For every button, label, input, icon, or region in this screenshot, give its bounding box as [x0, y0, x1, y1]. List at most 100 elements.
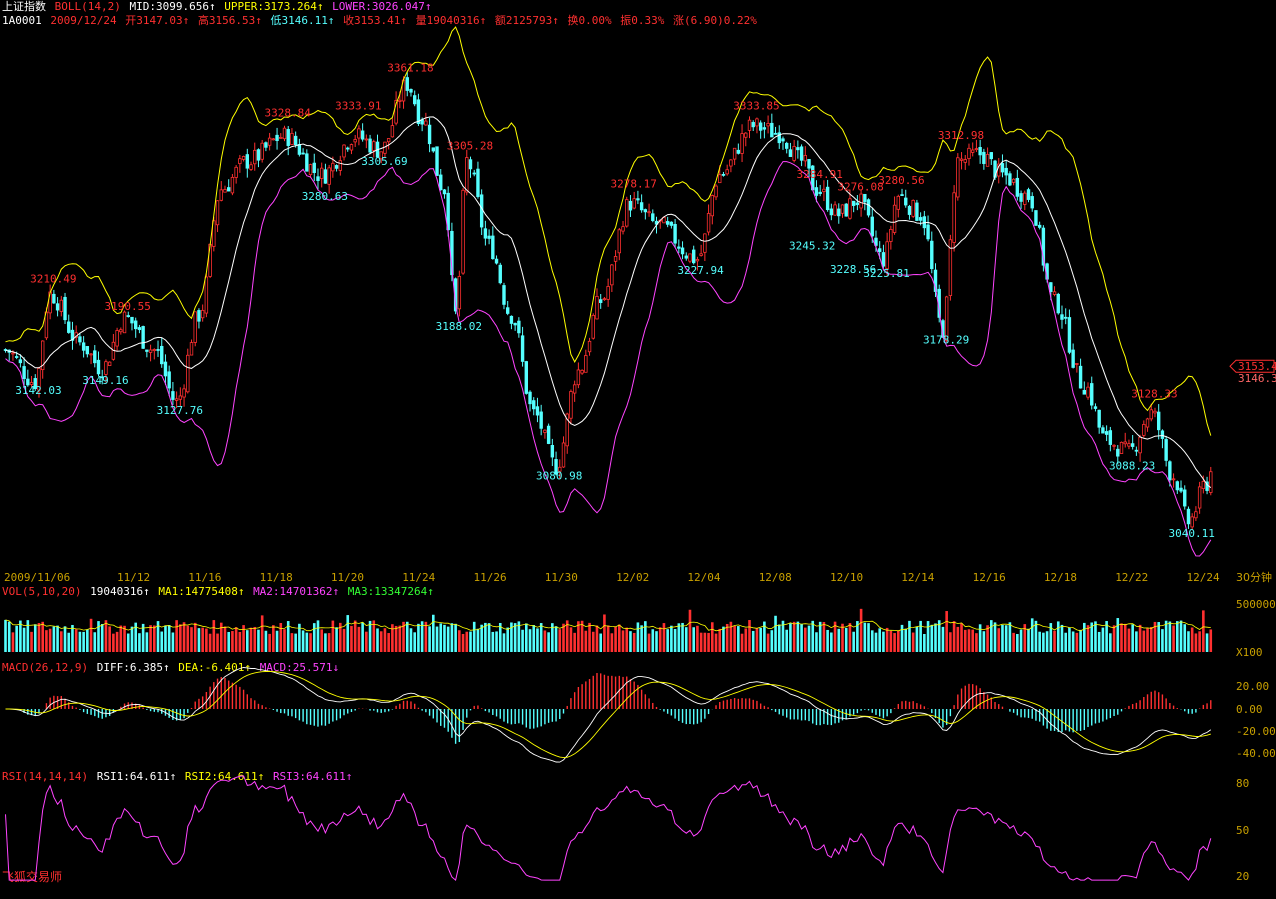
- volume-bar: [368, 620, 372, 652]
- volume-bar: [472, 621, 476, 652]
- candle-body: [892, 204, 897, 233]
- candle-body: [1127, 443, 1131, 447]
- candle-body: [457, 276, 462, 310]
- volume-bar: [342, 628, 346, 652]
- high-price-label: 3333.91: [335, 100, 381, 113]
- volume-bar: [830, 632, 833, 652]
- candle-body: [63, 296, 67, 321]
- candle-body: [264, 142, 268, 148]
- volume-bar: [614, 627, 617, 652]
- candle-body: [85, 346, 90, 355]
- volume-bar: [89, 618, 93, 652]
- candle-body: [424, 120, 428, 126]
- volume-bar: [123, 625, 126, 652]
- volume-bar: [1030, 618, 1034, 652]
- volume-bar: [770, 630, 774, 652]
- volume-bar: [1205, 633, 1209, 652]
- volume-bar: [960, 623, 963, 652]
- volume-bar: [465, 631, 469, 652]
- candle-body: [160, 345, 164, 365]
- volume-bar: [618, 624, 621, 652]
- candlestick-series: [3, 71, 1213, 530]
- volume-bar: [398, 625, 402, 652]
- volume-bar: [469, 631, 472, 652]
- candle-body: [587, 340, 592, 353]
- volume-bar: [1168, 621, 1172, 652]
- candle-body: [1071, 349, 1075, 368]
- candle-body: [1108, 430, 1113, 445]
- candle-body: [67, 321, 71, 333]
- volume-bar: [383, 628, 387, 652]
- candle-body: [1168, 461, 1172, 481]
- volume-bar: [22, 627, 26, 652]
- volume-bar: [346, 615, 350, 652]
- candle-body: [788, 149, 793, 157]
- volume-bar: [279, 622, 283, 652]
- volume-bar: [759, 628, 762, 652]
- volume-bar: [1120, 623, 1123, 652]
- candle-body: [926, 224, 930, 240]
- volume-bar: [160, 631, 164, 652]
- candle-body: [1145, 418, 1150, 428]
- volume-bar: [193, 622, 197, 652]
- candle-body: [115, 330, 119, 347]
- candle-body: [643, 209, 648, 213]
- low-price-label: 3245.32: [789, 240, 835, 253]
- low-price-label: 3127.76: [157, 404, 203, 417]
- candle-body: [770, 122, 774, 138]
- candle-body: [550, 445, 555, 458]
- volume-bar: [405, 621, 409, 652]
- volume-bar: [952, 621, 956, 652]
- candle-body: [736, 149, 741, 154]
- volume-bar: [126, 633, 130, 652]
- volume-bar: [372, 620, 376, 652]
- candle-body: [1082, 389, 1086, 395]
- candle-body: [840, 204, 845, 214]
- candle-body: [197, 310, 201, 322]
- candle-body: [524, 361, 528, 394]
- candle-body: [226, 187, 231, 192]
- candle-body: [859, 193, 863, 209]
- candle-body: [297, 144, 302, 155]
- volume-bar: [990, 620, 993, 652]
- macd-panel: [5, 667, 1212, 763]
- volume-bar: [387, 633, 390, 652]
- candle-body: [971, 149, 975, 153]
- date-tick-label: 12/24: [1187, 571, 1220, 584]
- volume-bar: [971, 629, 974, 652]
- candle-body: [223, 189, 227, 193]
- volume-bar: [190, 627, 193, 652]
- candle-body: [1034, 210, 1038, 226]
- volume-bar: [413, 632, 416, 652]
- volume-bar: [647, 633, 651, 652]
- volume-bar: [175, 620, 178, 652]
- volume-bar: [361, 622, 364, 652]
- date-tick-label: 12/22: [1115, 571, 1148, 584]
- candle-body: [1064, 316, 1068, 319]
- volume-bar: [908, 620, 911, 652]
- chart-canvas[interactable]: 3210.49 3190.55 3328.84 3333.91 3361.18 3305.…: [0, 0, 1276, 899]
- candle-body: [11, 352, 15, 355]
- volume-bar: [484, 622, 487, 652]
- volume-bar: [1094, 621, 1097, 652]
- candle-body: [364, 138, 369, 141]
- volume-bar: [108, 626, 111, 652]
- candle-body: [546, 425, 551, 444]
- candle-body: [416, 99, 421, 125]
- candle-body: [1093, 406, 1098, 409]
- candle-body: [803, 155, 807, 162]
- candle-body: [930, 240, 934, 270]
- volume-bar: [1198, 631, 1201, 652]
- high-price-label: 3278.17: [610, 178, 656, 191]
- volume-bar: [766, 633, 770, 652]
- vol-unit: X100: [1236, 646, 1263, 659]
- candle-body: [119, 329, 123, 333]
- volume-bar: [249, 627, 253, 652]
- candle-body: [863, 193, 867, 203]
- candle-body: [502, 285, 506, 305]
- volume-bar: [428, 626, 431, 652]
- candle-body: [96, 359, 101, 375]
- candle-body: [647, 211, 651, 214]
- volume-bar: [744, 628, 748, 652]
- volume-bar: [632, 632, 636, 652]
